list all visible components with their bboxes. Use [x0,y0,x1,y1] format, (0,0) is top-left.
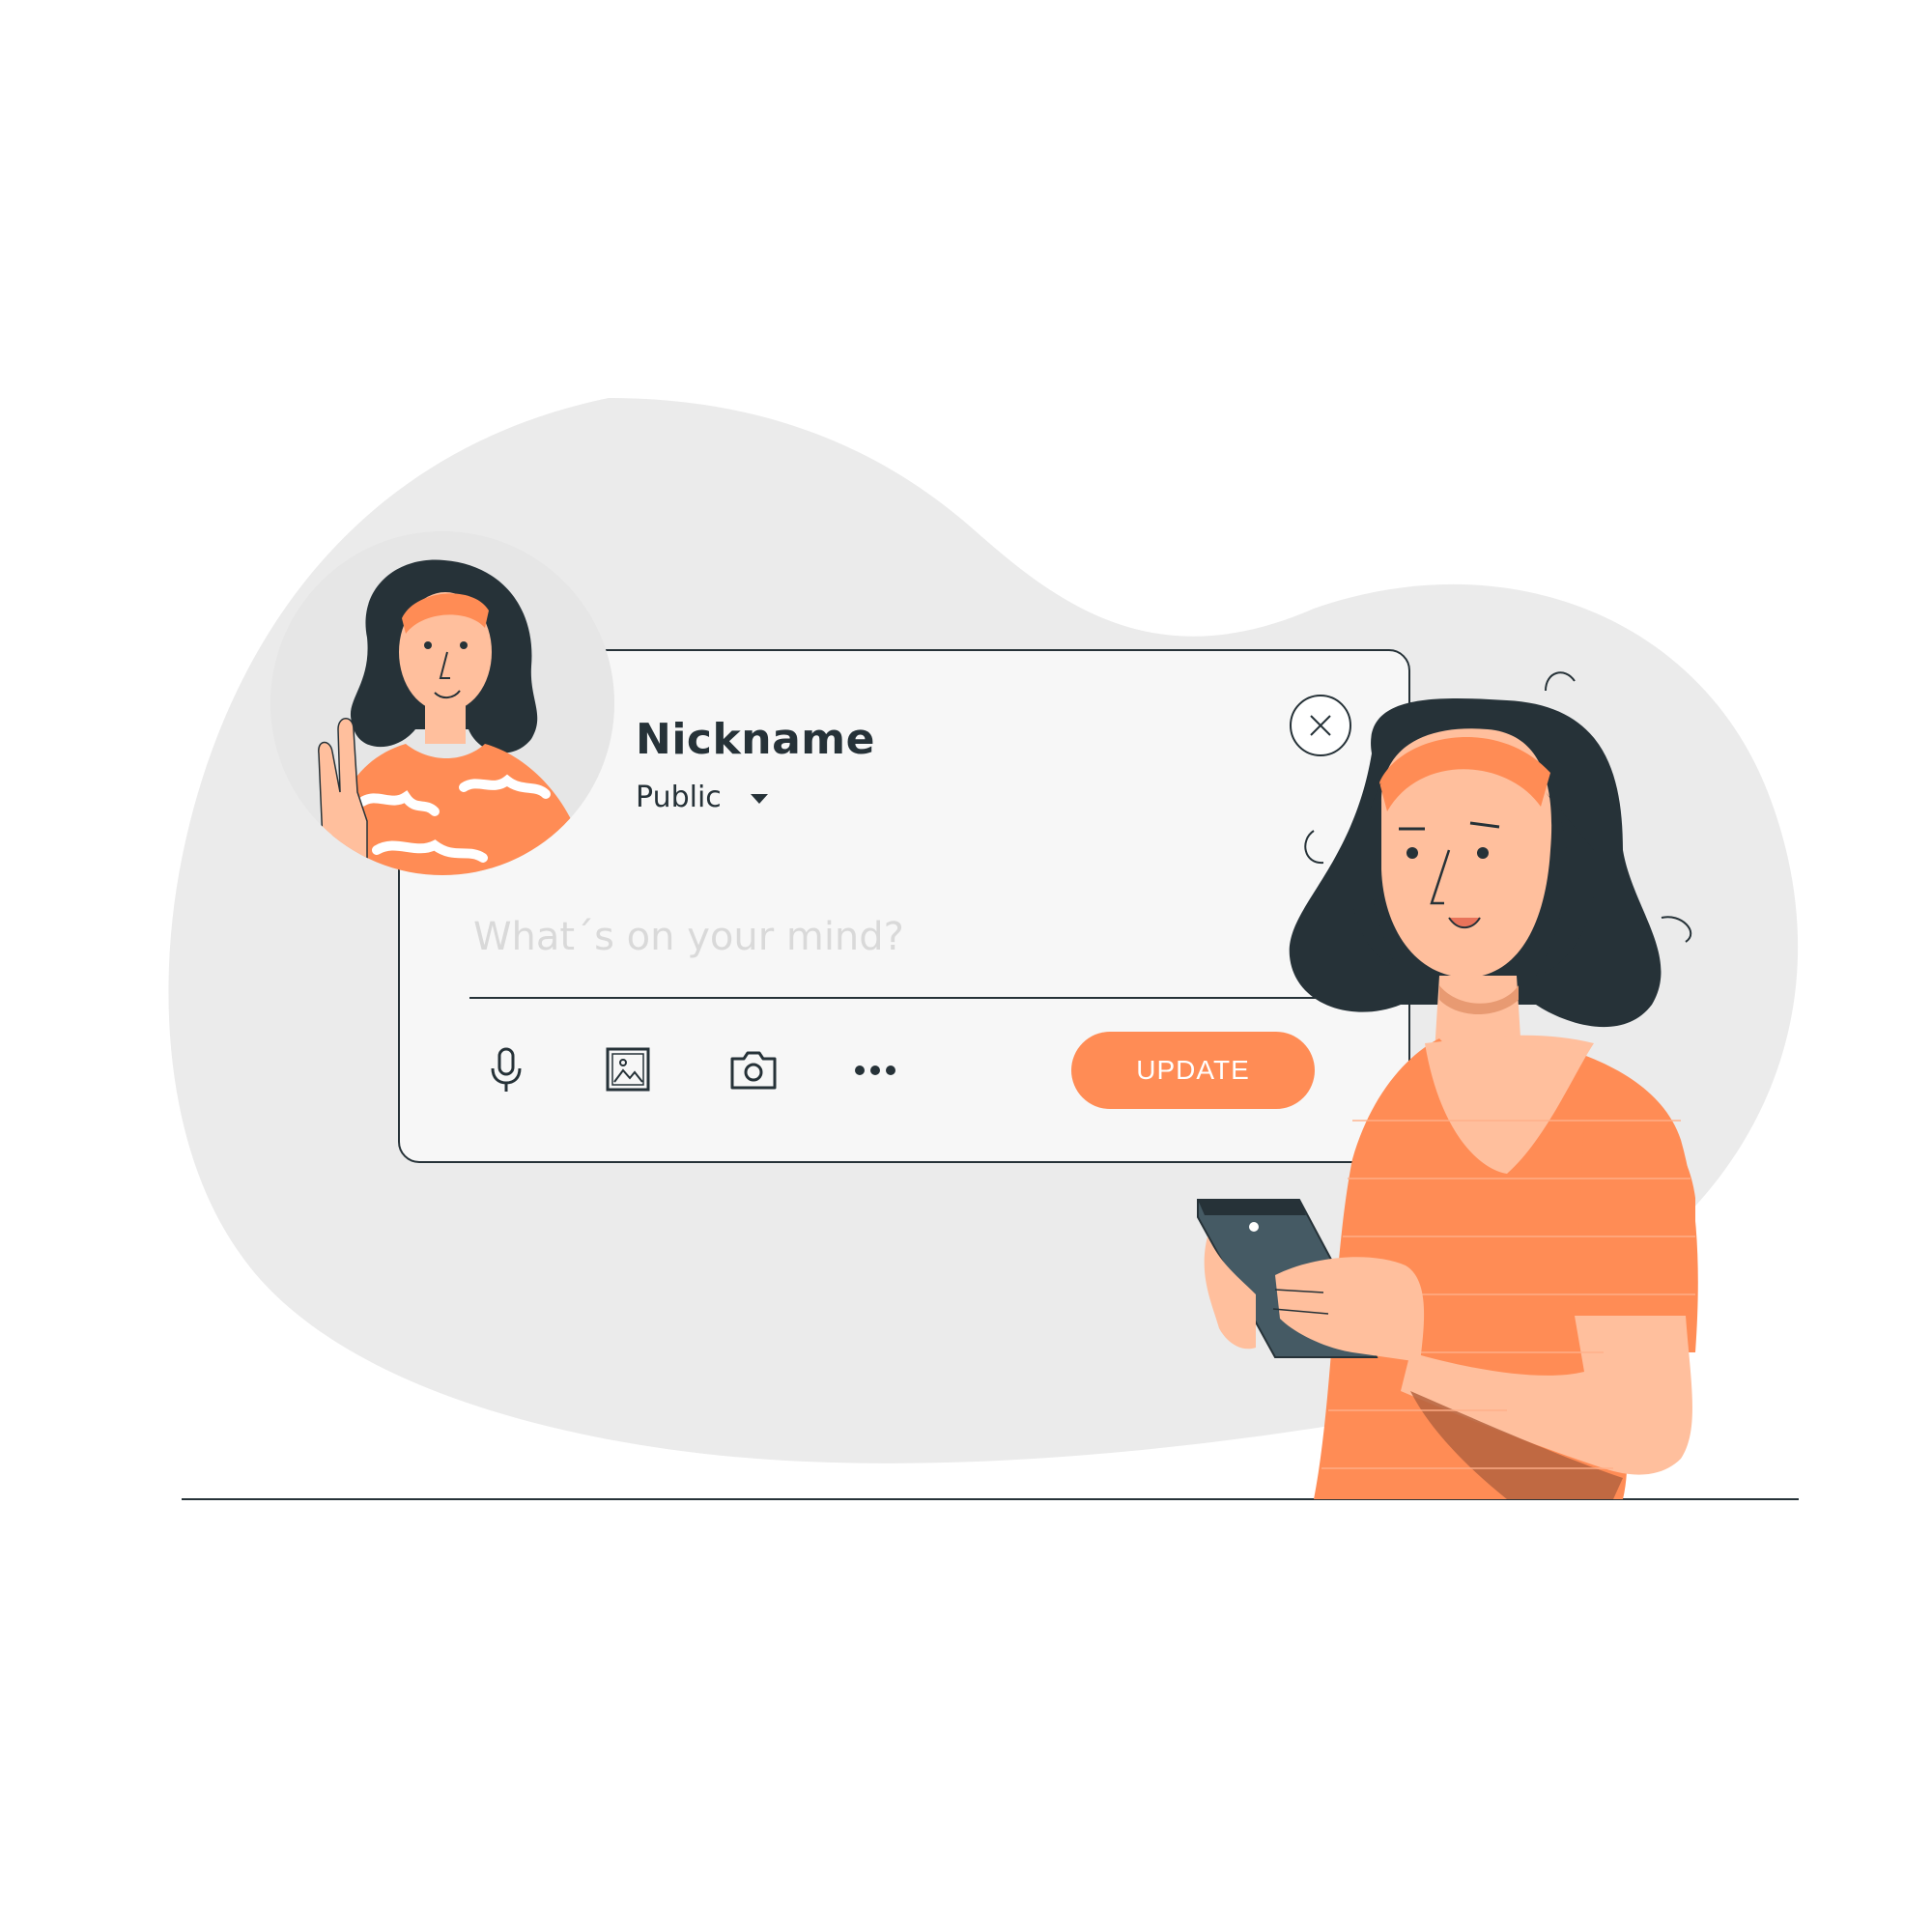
stage: Nickname Public What´s on your mind? UPD… [0,0,1932,1932]
woman-with-phone-illustration [1197,671,1698,1499]
